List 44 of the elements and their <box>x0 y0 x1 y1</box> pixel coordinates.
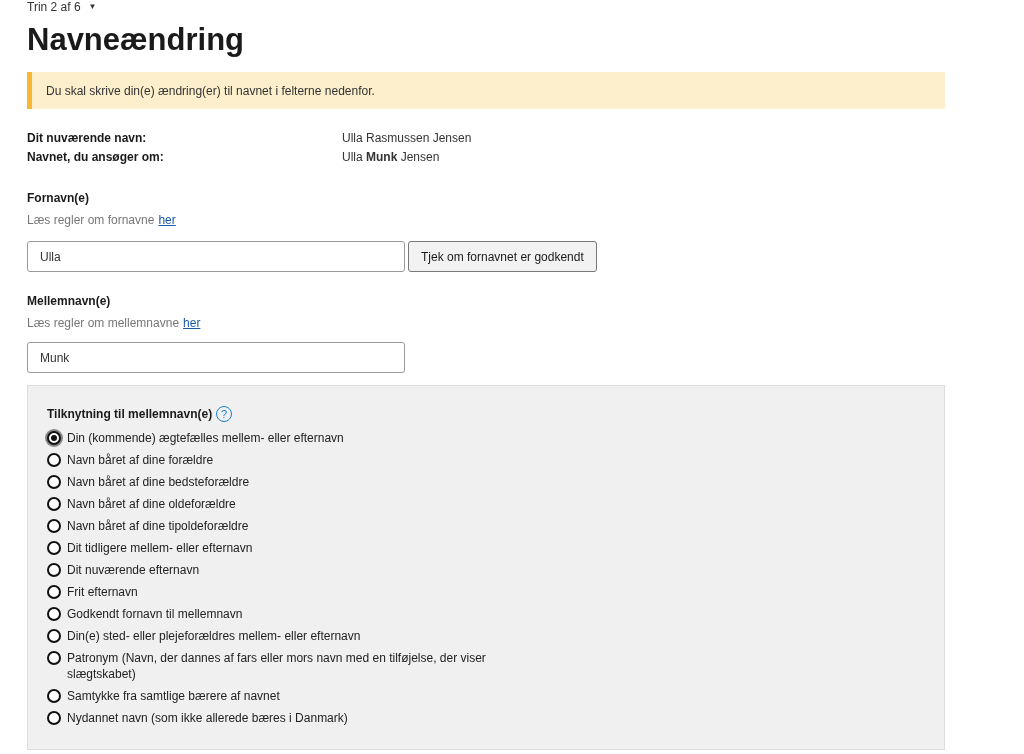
radio-button[interactable] <box>47 541 61 555</box>
radio-label: Samtykke fra samtlige bærere af navnet <box>67 688 280 704</box>
page-title: Navneændring <box>27 21 246 59</box>
radio-button[interactable] <box>47 585 61 599</box>
radio-label: Navn båret af dine forældre <box>67 452 214 468</box>
radio-label: Patronym (Navn, der dannes af fars eller mors navn med en tilføjelse, der viser slægtskabet) <box>67 650 487 682</box>
field-label: Mellemnavn(e) <box>27 293 112 310</box>
radio-label: Din(e) sted- eller plejeforældres mellem- eller efternavn <box>67 628 361 644</box>
summary-label: Navnet, du ansøger om: <box>27 149 165 166</box>
first-name-field[interactable]: Ulla <box>27 241 405 272</box>
radio-label: Frit efternavn <box>67 584 138 600</box>
caret-icon[interactable]: ▼ <box>88 1 97 13</box>
middle-name-field[interactable]: Munk <box>27 342 405 373</box>
alert-text: Du skal skrive din(e) ændring(er) til navnet i felterne nedenfor. <box>46 82 375 100</box>
summary-value: Ulla Rasmussen Jensen <box>342 130 472 147</box>
radio-button[interactable] <box>47 497 61 511</box>
summary-value: Ulla Munk Jensen <box>342 149 440 166</box>
radio-label: Navn båret af dine oldeforældre <box>67 496 236 512</box>
radio-button[interactable] <box>47 689 61 703</box>
radio-button[interactable] <box>47 711 61 725</box>
step-indicator: Trin 2 af 6 <box>27 0 81 16</box>
radio-label: Dit nuværende efternavn <box>67 562 200 578</box>
radio-label: Navn båret af dine tipoldeforældre <box>67 518 249 534</box>
radio-label: Din (kommende) ægtefælles mellem- eller efternavn <box>67 430 344 446</box>
radio-button[interactable] <box>47 475 61 489</box>
radio-button[interactable] <box>47 519 61 533</box>
rules-link[interactable]: her <box>158 211 176 229</box>
rules-link[interactable]: her <box>183 314 201 332</box>
field-label: Fornavn(e) <box>27 190 90 207</box>
radio-button[interactable] <box>47 629 61 643</box>
radio-button[interactable] <box>47 453 61 467</box>
radio-button[interactable] <box>47 563 61 577</box>
check-name-button[interactable]: Tjek om fornavnet er godkendt <box>408 241 597 272</box>
hint-text: Læs regler om fornavne <box>27 212 155 229</box>
radio-button[interactable] <box>47 607 61 621</box>
summary-label: Dit nuværende navn: <box>27 130 148 147</box>
group-legend: Tilknytning til mellemnavn(e) <box>47 405 213 423</box>
radio-label: Navn båret af dine bedsteforældre <box>67 474 250 490</box>
radio-button[interactable] <box>47 651 61 665</box>
radio-label: Nydannet navn (som ikke allerede bæres i Danmark) <box>67 710 348 726</box>
radio-label: Dit tidligere mellem- eller efternavn <box>67 540 253 556</box>
hint-text: Læs regler om mellemnavne <box>27 315 180 332</box>
radio-label: Godkendt fornavn til mellemnavn <box>67 606 243 622</box>
radio-button[interactable] <box>47 431 61 445</box>
